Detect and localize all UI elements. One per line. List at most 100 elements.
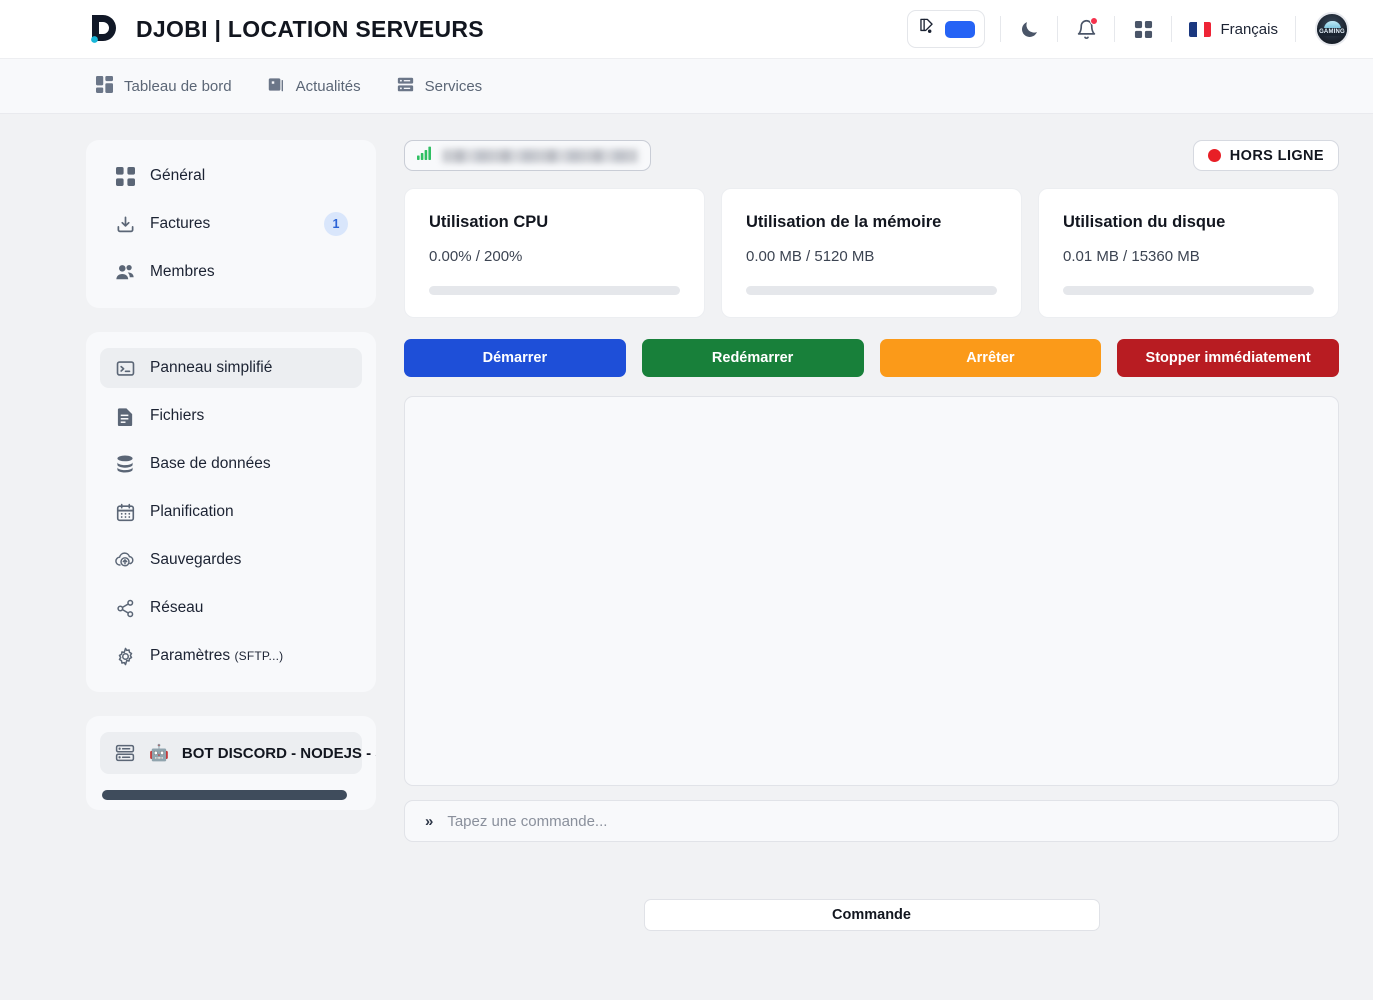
dashboard-icon (96, 75, 113, 97)
header-actions: Français GAMING (907, 10, 1349, 48)
nav-item-dashboard[interactable]: Tableau de bord (96, 75, 232, 97)
theme-color-swatch[interactable] (945, 20, 976, 38)
server-status-badge: HORS LIGNE (1192, 140, 1339, 171)
scrollbar-thumb[interactable] (102, 790, 347, 800)
news-icon (268, 76, 285, 97)
server-name: BOT DISCORD - NODEJS - ST (181, 744, 376, 762)
status-badge: 1 (324, 212, 348, 236)
server-address-chip[interactable] (404, 140, 651, 171)
file-icon (114, 405, 136, 427)
djobi-d-logo-icon (82, 9, 122, 49)
sidebar: Général Factures 1 Membres Panneau simpl… (86, 140, 376, 1000)
avatar-label: GAMING (1317, 28, 1347, 36)
nav-label: Tableau de bord (124, 77, 232, 95)
server-rack-icon (397, 76, 414, 97)
divider (1057, 16, 1059, 42)
kill-button[interactable]: Stopper immédiatement (1117, 339, 1339, 377)
server-list-item[interactable]: 🤖 BOT DISCORD - NODEJS - ST (100, 732, 376, 774)
progress-bar (1063, 286, 1314, 295)
invoice-download-icon (114, 213, 136, 235)
server-address-value (442, 148, 638, 163)
progress-bar (429, 286, 680, 295)
sidebar-item-sauvegardes[interactable]: Sauvegardes (100, 540, 362, 580)
sidebar-group-account: Général Factures 1 Membres (86, 140, 376, 308)
sidebar-group-servers: 🤖 BOT DISCORD - NODEJS - ST (86, 716, 376, 810)
page-body: Général Factures 1 Membres Panneau simpl… (0, 114, 1373, 1000)
brand[interactable]: DJOBI | LOCATION SERVEURS (82, 9, 484, 49)
command-submit-row: Commande (404, 899, 1339, 931)
stat-card-memory: Utilisation de la mémoire 0.00 MB / 5120… (721, 188, 1022, 318)
sidebar-item-reseau[interactable]: Réseau (100, 588, 362, 628)
nav-item-services[interactable]: Services (397, 76, 483, 97)
users-icon (114, 261, 136, 283)
sidebar-item-label: Sauvegardes (150, 551, 242, 568)
apps-grid-button[interactable] (1126, 12, 1160, 46)
sidebar-group-server: Panneau simplifié Fichiers Base de donné… (86, 332, 376, 692)
sidebar-item-label-suffix: (SFTP...) (234, 649, 284, 663)
divider (1295, 16, 1296, 42)
theme-color-picker[interactable] (907, 10, 986, 48)
sidebar-item-base-de-donnees[interactable]: Base de données (100, 444, 362, 484)
sidebar-item-label: Base de données (150, 455, 271, 472)
stat-value: 0.00 MB / 5120 MB (746, 248, 875, 265)
sidebar-item-parametres[interactable]: Paramètres (SFTP...) (100, 636, 362, 676)
sidebar-item-factures[interactable]: Factures 1 (100, 204, 362, 244)
network-icon (114, 597, 136, 619)
stat-card-cpu: Utilisation CPU 0.00% / 200% (404, 188, 705, 318)
stat-value: 0.00% / 200% (429, 248, 523, 265)
language-selector[interactable]: Français (1183, 21, 1284, 38)
stat-title: Utilisation du disque (1063, 213, 1226, 231)
user-avatar[interactable]: GAMING (1315, 12, 1349, 46)
stat-title: Utilisation de la mémoire (746, 213, 942, 231)
bot-emoji: 🤖 (149, 745, 169, 762)
signal-bars-icon (417, 146, 432, 165)
sidebar-item-label: Planification (150, 503, 234, 520)
sidebar-item-general[interactable]: Général (100, 156, 362, 196)
command-input[interactable]: Tapez une commande... (447, 813, 607, 830)
start-button[interactable]: Démarrer (404, 339, 626, 377)
command-input-row[interactable]: » Tapez une commande... (404, 800, 1339, 842)
sidebar-item-fichiers[interactable]: Fichiers (100, 396, 362, 436)
stat-card-disk: Utilisation du disque 0.01 MB / 15360 MB (1038, 188, 1339, 318)
french-flag-icon (1189, 21, 1212, 37)
nav-item-news[interactable]: Actualités (268, 76, 361, 97)
dark-mode-toggle[interactable] (1012, 12, 1046, 46)
sidebar-item-label: Général (150, 167, 206, 184)
divider (1114, 16, 1116, 42)
command-submit-button[interactable]: Commande (643, 899, 1100, 931)
sidebar-item-planification[interactable]: Planification (100, 492, 362, 532)
notifications-button[interactable] (1069, 12, 1103, 46)
palette-icon (917, 17, 936, 41)
primary-nav: Tableau de bord Actualités Services (0, 59, 1373, 114)
sidebar-item-label: Membres (150, 263, 215, 280)
stat-cards: Utilisation CPU 0.00% / 200% Utilisation… (404, 188, 1339, 318)
stat-title: Utilisation CPU (429, 213, 549, 231)
nav-label: Services (424, 77, 483, 95)
sidebar-item-label: Réseau (150, 599, 204, 616)
stop-button[interactable]: Arrêter (879, 339, 1102, 377)
power-actions: Démarrer Redémarrer Arrêter Stopper immé… (404, 339, 1339, 377)
divider (1000, 16, 1002, 42)
app-header: DJOBI | LOCATION SERVEURS Français GAMIN… (0, 0, 1373, 59)
calendar-icon (114, 501, 136, 523)
cloud-upload-icon (114, 549, 136, 571)
terminal-icon (114, 357, 136, 379)
server-header-row: HORS LIGNE (404, 140, 1339, 171)
progress-bar (746, 286, 997, 295)
sidebar-item-label: Fichiers (150, 407, 205, 424)
language-label: Français (1220, 20, 1278, 38)
grid-icon (114, 165, 136, 187)
notification-dot (1090, 17, 1099, 25)
console-output[interactable] (404, 396, 1339, 786)
app-root: DJOBI | LOCATION SERVEURS Français GAMIN… (0, 0, 1373, 1000)
nav-label: Actualités (295, 77, 361, 95)
restart-button[interactable]: Redémarrer (641, 339, 864, 377)
sidebar-item-panneau-simplifie[interactable]: Panneau simplifié (100, 348, 362, 388)
status-dot-icon (1207, 149, 1221, 162)
chevron-right-icon: » (425, 812, 434, 830)
sidebar-horizontal-scrollbar[interactable] (100, 790, 362, 800)
status-label: HORS LIGNE (1229, 147, 1324, 164)
database-icon (114, 453, 136, 475)
sidebar-item-membres[interactable]: Membres (100, 252, 362, 292)
divider (1171, 16, 1173, 42)
